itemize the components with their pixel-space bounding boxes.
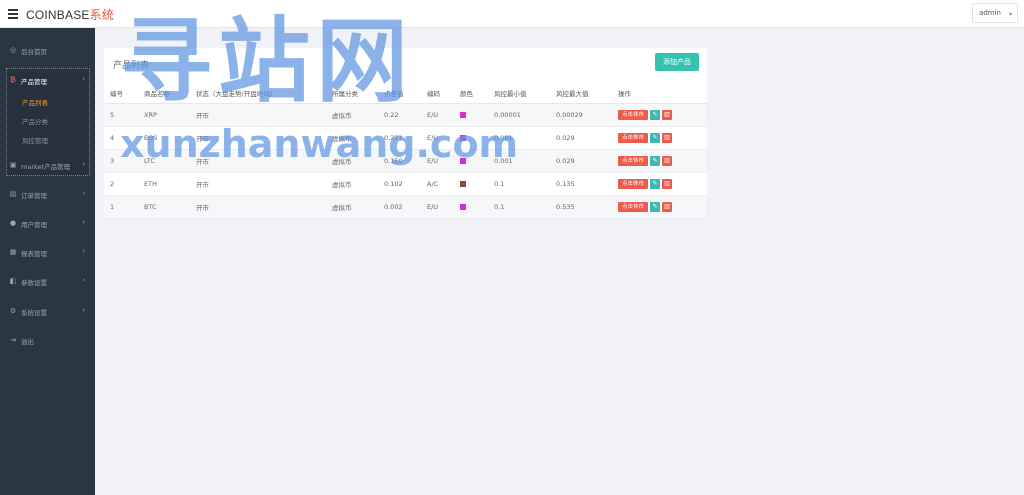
pencil-icon[interactable]: ✎ (650, 201, 661, 212)
chevron-right-icon: › (82, 276, 85, 284)
cell-id: 2 (104, 172, 138, 196)
user-icon: ● (9, 219, 17, 227)
close-market-button[interactable]: 点击休市 (618, 109, 649, 120)
close-market-button[interactable]: 点击休市 (618, 132, 649, 143)
sidebar-item-market-products[interactable]: ▣ market产品管理 › (0, 155, 95, 175)
col-risk-max: 风控最大值 (550, 84, 612, 104)
chevron-right-icon: › (82, 218, 85, 226)
cell-code: E/U (421, 195, 454, 219)
close-market-button[interactable]: 点击休市 (618, 155, 649, 166)
close-market-button[interactable]: 点击休市 (618, 201, 649, 212)
pencil-icon[interactable]: ✎ (650, 155, 661, 166)
sidebar-subitem-product-category[interactable]: 产品分类 (22, 116, 48, 126)
sidebar-item-products[interactable]: ₿ 产品管理 › (0, 70, 95, 90)
sidebar-item-users[interactable]: ● 用户管理 › (0, 213, 95, 233)
sidebar-item-label: 产品管理 (21, 78, 47, 86)
sidebar-item-label: 后台首页 (21, 48, 47, 56)
cell-risk-max: 0.029 (550, 126, 612, 150)
cell-spread: 0.002 (378, 195, 421, 219)
close-market-button[interactable]: 点击休市 (618, 178, 649, 189)
report-icon: ▦ (9, 248, 17, 256)
pencil-icon[interactable]: ✎ (650, 109, 661, 120)
col-code: 编码 (421, 84, 454, 104)
color-swatch (460, 180, 466, 187)
cell-actions: 点击休市 ✎ ▥ (612, 172, 707, 196)
trash-icon[interactable]: ▥ (662, 155, 673, 166)
cell-actions: 点击休市 ✎ ▥ (612, 103, 707, 127)
cell-category: 虚拟币 (326, 172, 378, 196)
trash-icon[interactable]: ▥ (662, 132, 673, 143)
cell-risk-min: 0.1 (488, 172, 550, 196)
col-risk-min: 风控最小值 (488, 84, 550, 104)
cell-name: ETH (138, 172, 190, 196)
user-dropdown[interactable]: admin ▾ (972, 3, 1018, 23)
cell-actions: 点击休市 ✎ ▥ (612, 126, 707, 150)
sidebar-subitem-risk-control[interactable]: 风控管理 (22, 135, 48, 145)
cell-risk-min: 0.1 (488, 195, 550, 219)
col-actions: 操作 (612, 84, 707, 104)
table-row: 2 ETH 开市 虚拟币 0.102 A/C 0.1 0.135 点击休市 ✎ ▥ (104, 172, 707, 196)
add-product-button[interactable]: 添加产品 (655, 53, 699, 71)
pencil-icon[interactable]: ✎ (650, 178, 661, 189)
settings-icon: ⚙ (9, 307, 17, 315)
sidebar-item-system-settings[interactable]: ⚙ 系统设置 › (0, 301, 95, 321)
app-brand: COINBASE系统 (26, 6, 114, 23)
params-icon: ◧ (9, 277, 17, 285)
chevron-right-icon: › (82, 160, 85, 168)
sidebar: ◎ 后台首页 ₿ 产品管理 › 产品列表 产品分类 风控管理 ▣ market产… (0, 28, 95, 495)
chevron-right-icon: › (82, 306, 85, 314)
cell-risk-max: 0.535 (550, 195, 612, 219)
sidebar-item-label: 报表管理 (21, 250, 47, 258)
chevron-down-icon: ▾ (1008, 11, 1012, 18)
stack-icon: ▣ (9, 161, 17, 169)
sidebar-item-params[interactable]: ◧ 参数设置 › (0, 271, 95, 291)
sidebar-item-dashboard[interactable]: ◎ 后台首页 (0, 40, 95, 60)
sidebar-item-label: market产品管理 (21, 163, 71, 171)
chevron-right-icon: › (82, 189, 85, 197)
chevron-right-icon: › (82, 75, 85, 83)
color-swatch (460, 203, 466, 210)
sidebar-item-label: 退出 (21, 338, 34, 346)
orders-icon: ▤ (9, 190, 17, 198)
cell-risk-max: 0.029 (550, 149, 612, 173)
sidebar-item-label: 参数设置 (21, 279, 47, 287)
watermark-text: 寻站网 (120, 8, 415, 115)
trash-icon[interactable]: ▥ (662, 109, 673, 120)
col-color: 颜色 (454, 84, 488, 104)
pencil-icon[interactable]: ✎ (650, 132, 661, 143)
sidebar-item-reports[interactable]: ▦ 报表管理 › (0, 242, 95, 262)
cell-code: A/C (421, 172, 454, 196)
cell-spread: 0.102 (378, 172, 421, 196)
brand-name: COINBASE (26, 8, 90, 22)
watermark-url: xunzhanwang.com (120, 122, 519, 166)
cell-status: 开市 (190, 195, 326, 219)
bitcoin-icon: ₿ (10, 76, 16, 84)
sidebar-item-label: 系统设置 (21, 309, 47, 317)
cell-color (454, 172, 488, 196)
sidebar-subitem-product-list[interactable]: 产品列表 (22, 97, 48, 107)
sidebar-item-logout[interactable]: ⇥ 退出 (0, 330, 95, 350)
logout-icon: ⇥ (10, 336, 16, 344)
cell-name: BTC (138, 195, 190, 219)
trash-icon[interactable]: ▥ (662, 178, 673, 189)
user-name: admin (979, 9, 1001, 17)
cell-status: 开市 (190, 172, 326, 196)
cell-color (454, 195, 488, 219)
sidebar-item-label: 用户管理 (21, 221, 47, 229)
sidebar-item-label: 订单管理 (21, 192, 47, 200)
cell-id: 1 (104, 195, 138, 219)
cell-actions: 点击休市 ✎ ▥ (612, 149, 707, 173)
brand-suffix: 系统 (89, 8, 115, 22)
cell-risk-max: 0.135 (550, 172, 612, 196)
cell-category: 虚拟币 (326, 195, 378, 219)
dashboard-icon: ◎ (9, 46, 17, 54)
sidebar-item-orders[interactable]: ▤ 订单管理 › (0, 184, 95, 204)
cell-actions: 点击休市 ✎ ▥ (612, 195, 707, 219)
trash-icon[interactable]: ▥ (662, 201, 673, 212)
table-row: 1 BTC 开市 虚拟币 0.002 E/U 0.1 0.535 点击休市 ✎ ▥ (104, 195, 707, 219)
hamburger-icon[interactable] (8, 9, 18, 19)
cell-risk-max: 0.00029 (550, 103, 612, 127)
chevron-right-icon: › (82, 247, 85, 255)
color-swatch (460, 111, 466, 118)
